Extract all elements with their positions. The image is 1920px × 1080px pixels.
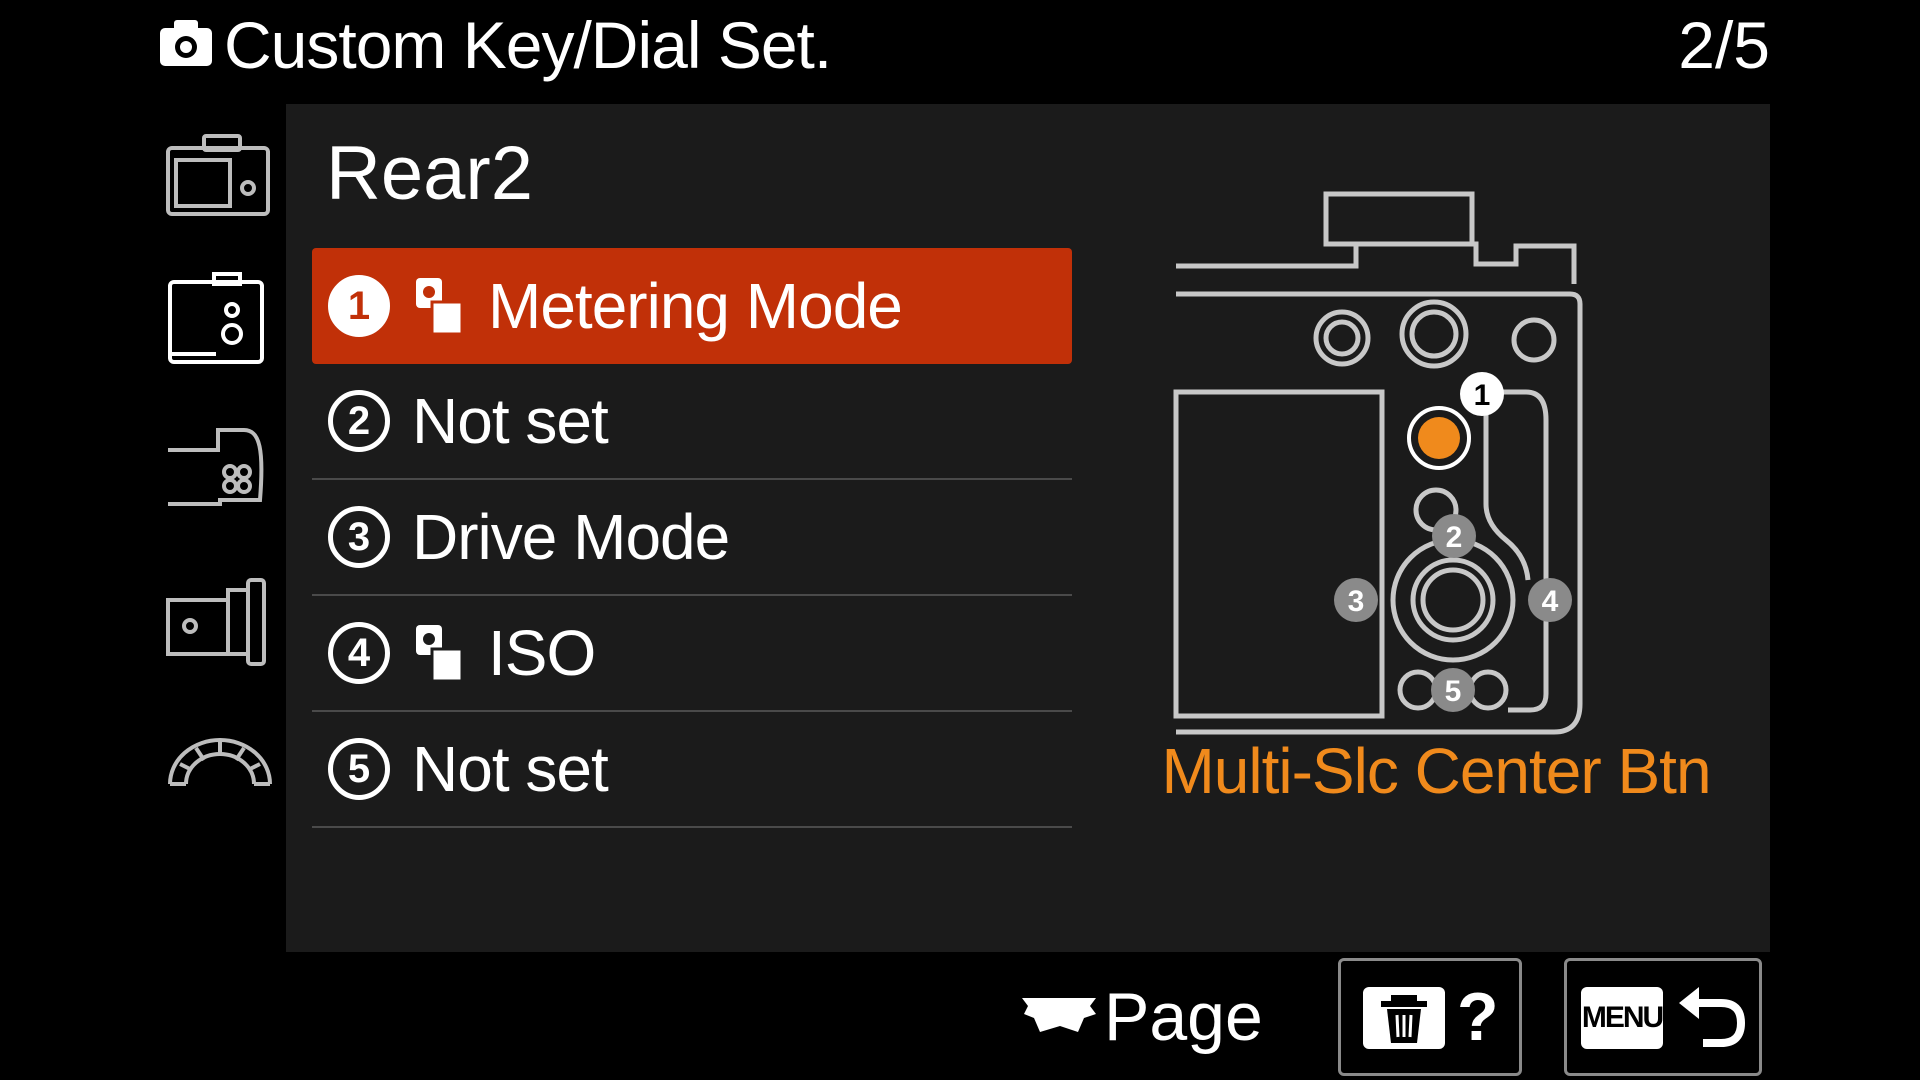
camera-lens-side-icon[interactable]: [160, 570, 278, 670]
camera-body-front-icon[interactable]: [160, 128, 278, 228]
return-arrow-icon: [1679, 987, 1746, 1047]
diagram-marker-4: 4: [1542, 585, 1559, 618]
assignment-list: 1 Metering Mode 2 Not set 3 Drive Mode 4…: [312, 248, 1072, 828]
page-title: Custom Key/Dial Set.: [224, 8, 832, 82]
dial-icon[interactable]: [160, 720, 278, 820]
photo-function-icon: [416, 625, 464, 683]
list-item-4[interactable]: 4 ISO: [312, 596, 1072, 712]
button-name-caption: Multi-Slc Center Btn: [1161, 735, 1711, 807]
list-item-5[interactable]: 5 Not set: [312, 712, 1072, 828]
menu-back-button[interactable]: MENU: [1564, 958, 1762, 1076]
page-label: Page: [1104, 979, 1263, 1055]
diagram-marker-5: 5: [1445, 675, 1462, 708]
diagram-marker-3: 3: [1348, 585, 1365, 618]
camera-body-rear-icon[interactable]: [160, 270, 278, 370]
item-label: ISO: [488, 617, 596, 689]
item-label: Not set: [412, 385, 609, 457]
camera-icon: [160, 20, 212, 66]
item-number-badge: 4: [328, 622, 390, 684]
camera-rear-diagram: 1 2 3 4 5: [1173, 191, 1583, 735]
photo-function-icon: [416, 278, 464, 336]
section-title: Rear2: [326, 131, 533, 216]
item-number-badge: 1: [328, 275, 390, 337]
item-number-badge: 3: [328, 506, 390, 568]
help-label: ?: [1457, 979, 1499, 1055]
item-label: Drive Mode: [412, 501, 730, 573]
help-button[interactable]: ?: [1338, 958, 1522, 1076]
item-number-badge: 2: [328, 390, 390, 452]
trash-icon: [1363, 987, 1445, 1049]
header-bar: Custom Key/Dial Set. 2/5: [0, 0, 1920, 100]
item-label: Not set: [412, 733, 609, 805]
list-item-3[interactable]: 3 Drive Mode: [312, 480, 1072, 596]
item-label: Metering Mode: [488, 270, 903, 342]
camera-grip-icon[interactable]: [160, 420, 278, 520]
list-item-1[interactable]: 1 Metering Mode: [312, 248, 1072, 364]
item-number-badge: 5: [328, 738, 390, 800]
menu-key-label: MENU: [1581, 987, 1664, 1049]
diagram-marker-2: 2: [1446, 521, 1463, 554]
page-indicator: 2/5: [1678, 8, 1770, 82]
control-wheel-icon: [1022, 998, 1096, 1032]
list-item-2[interactable]: 2 Not set: [312, 364, 1072, 480]
main-panel: Rear2 1 Metering Mode 2 Not set 3 Drive …: [286, 104, 1770, 952]
diagram-marker-1: 1: [1474, 379, 1491, 412]
